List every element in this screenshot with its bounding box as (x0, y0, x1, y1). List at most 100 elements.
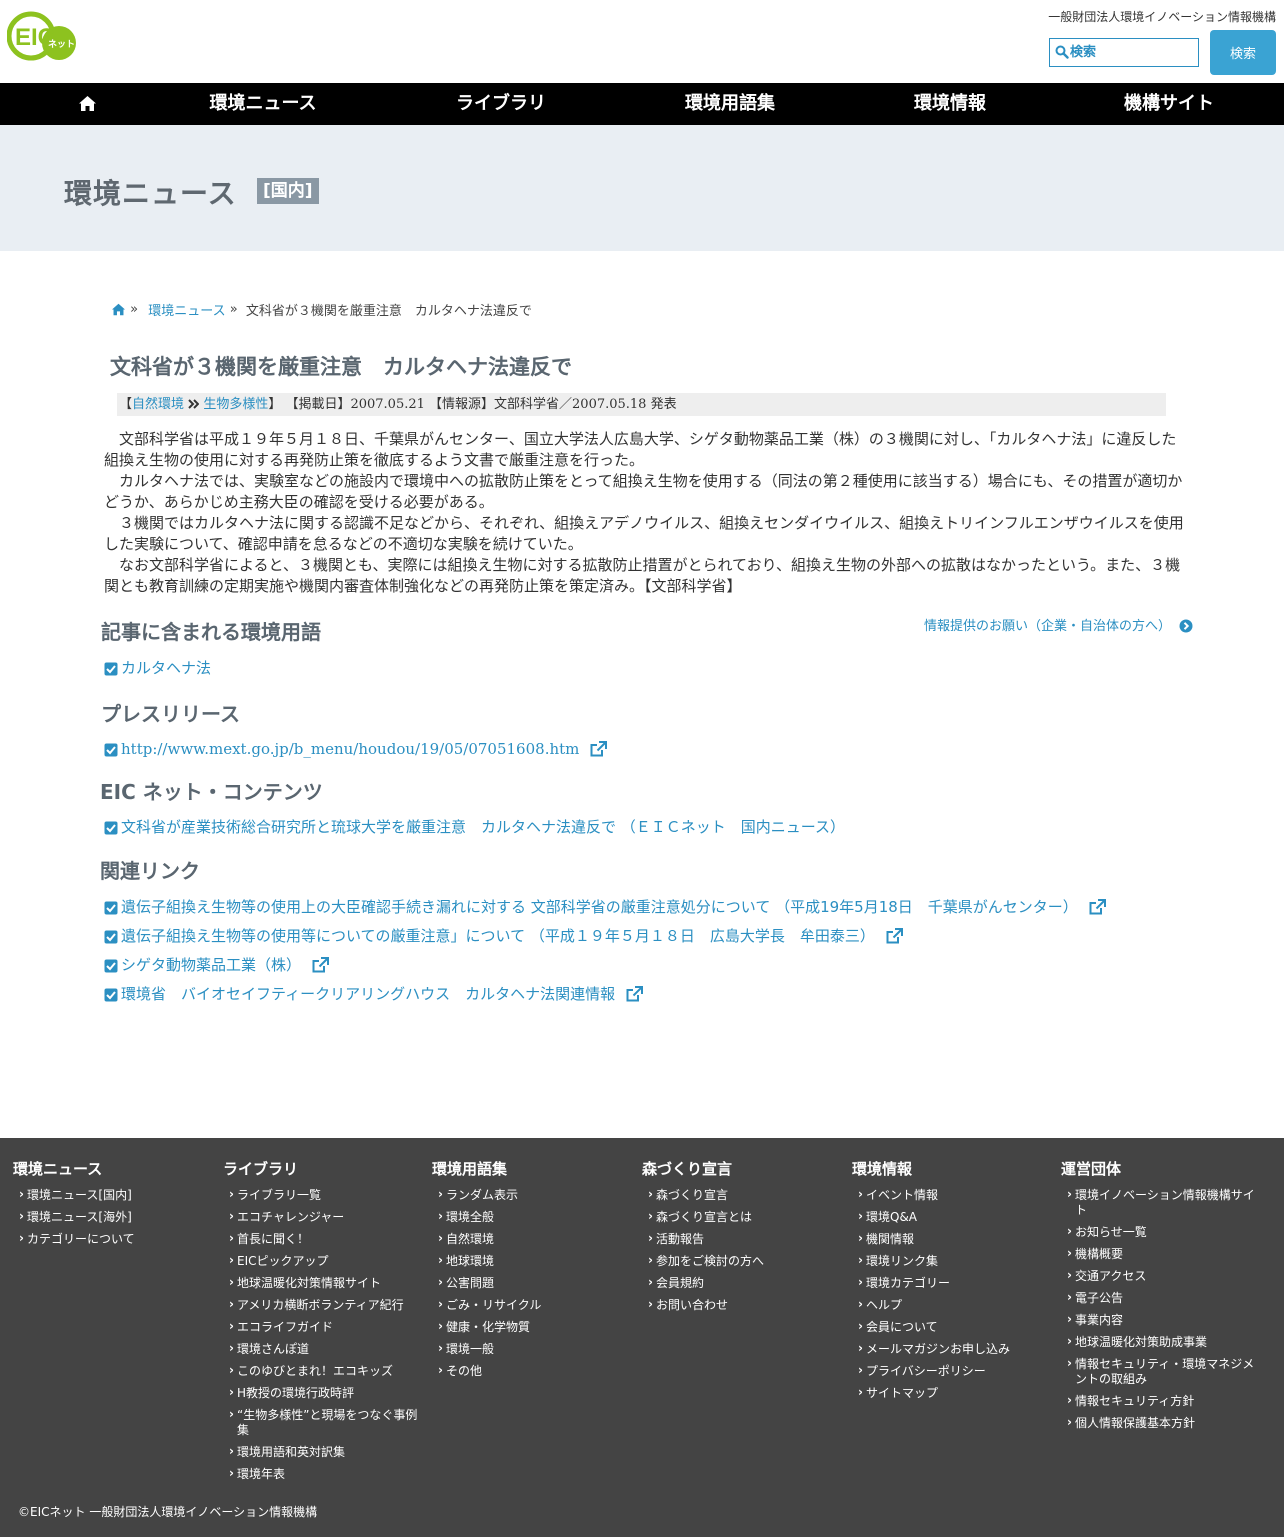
home-icon (79, 96, 96, 111)
footer-link[interactable]: EICピックアップ (223, 1253, 423, 1269)
footer-link[interactable]: 地球環境 (432, 1253, 637, 1269)
checkbox-icon (104, 743, 118, 757)
footer-link[interactable]: 地球温暖化対策情報サイト (223, 1275, 423, 1291)
footer-link[interactable]: 環境イノベーション情報機構サイト (1061, 1187, 1261, 1218)
contents-label: 文科省が産業技術総合研究所と琉球大学を厳重注意 カルタヘナ法違反で （ＥＩＣネッ… (121, 818, 846, 836)
footer-link[interactable]: お知らせ一覧 (1061, 1224, 1261, 1240)
footer-link[interactable]: 森づくり宣言 (642, 1187, 847, 1203)
nav-item-info[interactable]: 環境情報 (914, 83, 986, 125)
footer-link[interactable]: 会員について (852, 1319, 1057, 1335)
footer-link[interactable]: 環境一般 (432, 1341, 637, 1357)
footer-link[interactable]: 環境年表 (223, 1466, 423, 1482)
breadcrumb-home-icon[interactable] (111, 303, 126, 316)
article-body: 文部科学省は平成１９年５月１８日、千葉県がんセンター、国立大学法人広島大学、シゲ… (104, 429, 1184, 597)
footer-link[interactable]: 首長に聞く！ (223, 1231, 423, 1247)
footer-link[interactable]: 環境全般 (432, 1209, 637, 1225)
footer-column-title: 森づくり宣言 (642, 1160, 733, 1178)
footer-column-news: 環境ニュース 環境ニュース[国内] 環境ニュース[海外] カテゴリーについて (13, 1158, 218, 1254)
search-input[interactable] (1070, 42, 1194, 63)
breadcrumb-sep: » (229, 302, 238, 317)
footer-link[interactable]: その他 (432, 1363, 637, 1379)
footer-link[interactable]: エコライフガイド (223, 1319, 423, 1335)
nav-item-news[interactable]: 環境ニュース (209, 83, 316, 125)
main-nav: 環境ニュース ライブラリ 環境用語集 環境情報 機構サイト (0, 83, 1284, 125)
footer-link[interactable]: 環境リンク集 (852, 1253, 1057, 1269)
article-paragraph: カルタヘナ法では、実験室などの施設内で環境中への拡散防止策をとって組換え生物を使… (104, 472, 1183, 511)
term-link[interactable]: カルタヘナ法 (104, 658, 211, 678)
related-link[interactable]: 環境省 バイオセイフティークリアリングハウス カルタヘナ法関連情報 (104, 984, 643, 1004)
footer-link[interactable]: 森づくり宣言とは (642, 1209, 847, 1225)
category-link-nature[interactable]: 自然環境 (132, 397, 184, 412)
footer-column-forest: 森づくり宣言 森づくり宣言 森づくり宣言とは 活動報告 参加をご検討の方へ 会員… (642, 1158, 847, 1320)
breadcrumb-news-link[interactable]: 環境ニュース (148, 304, 225, 319)
footer-link[interactable]: 自然環境 (432, 1231, 637, 1247)
info-request-link[interactable]: 情報提供のお願い（企業・自治体の方へ） (924, 615, 1193, 634)
footer-link[interactable]: 公害問題 (432, 1275, 637, 1291)
article-paragraph: 文部科学省は平成１９年５月１８日、千葉県がんセンター、国立大学法人広島大学、シゲ… (104, 430, 1177, 469)
footer-link[interactable]: 参加をご検討の方へ (642, 1253, 847, 1269)
footer-link[interactable]: 環境さんぽ道 (223, 1341, 423, 1357)
footer-link[interactable]: 事業内容 (1061, 1312, 1261, 1328)
footer-link[interactable]: イベント情報 (852, 1187, 1057, 1203)
checkbox-icon (104, 662, 118, 676)
footer-link[interactable]: 地球温暖化対策助成事業 (1061, 1334, 1261, 1350)
footer-column-title: 環境用語集 (432, 1160, 508, 1178)
meta-info: 】 【掲載日】2007.05.21 【情報源】文部科学省／2007.05.18 … (268, 397, 677, 412)
footer-link[interactable]: 情報セキュリティ方針 (1061, 1393, 1261, 1409)
nav-home[interactable] (78, 95, 97, 116)
footer-link[interactable]: カテゴリーについて (13, 1231, 218, 1247)
meta-open-bracket: 【 (119, 397, 133, 412)
footer-link[interactable]: アメリカ横断ボランティア紀行 (223, 1297, 423, 1313)
footer-link[interactable]: サイトマップ (852, 1385, 1057, 1401)
footer-link[interactable]: H教授の環境行政時評 (223, 1385, 423, 1401)
page-banner: 環境ニュース [国内] (0, 125, 1284, 251)
footer-link[interactable]: 情報セキュリティ・環境マネジメントの取組み (1061, 1356, 1261, 1387)
breadcrumb-current: 文科省が３機関を厳重注意 カルタヘナ法違反で (245, 304, 532, 319)
search-button[interactable]: 検索 (1210, 30, 1276, 75)
footer-link[interactable]: 電子公告 (1061, 1290, 1261, 1306)
press-link[interactable]: http://www.mext.go.jp/b_menu/houdou/19/0… (104, 739, 608, 759)
site-logo[interactable]: EIC ネット (6, 10, 79, 62)
nav-item-glossary[interactable]: 環境用語集 (685, 83, 775, 125)
footer-link[interactable]: 環境Q&A (852, 1209, 1057, 1225)
external-link-icon (1089, 899, 1106, 915)
footer-link[interactable]: メールマガジンお申し込み (852, 1341, 1057, 1357)
contents-link[interactable]: 文科省が産業技術総合研究所と琉球大学を厳重注意 カルタヘナ法違反で （ＥＩＣネッ… (104, 817, 845, 837)
footer-link[interactable]: 健康・化学物質 (432, 1319, 637, 1335)
category-link-biodiversity[interactable]: 生物多様性 (203, 397, 268, 412)
footer-link[interactable]: 個人情報保護基本方針 (1061, 1415, 1261, 1431)
related-link[interactable]: 遺伝子組換え生物等の使用上の大臣確認手続き漏れに対する 文部科学省の厳重注意処分… (104, 897, 1106, 917)
footer-link[interactable]: 環境カテゴリー (852, 1275, 1057, 1291)
footer-link[interactable]: 活動報告 (642, 1231, 847, 1247)
nav-item-library[interactable]: ライブラリ (456, 83, 546, 125)
footer-column-title: 運営団体 (1061, 1160, 1122, 1178)
nav-item-org-site[interactable]: 機構サイト (1124, 83, 1214, 125)
search-box[interactable] (1049, 38, 1199, 67)
footer-link[interactable]: 機関情報 (852, 1231, 1057, 1247)
footer-link[interactable]: エコチャレンジャー (223, 1209, 423, 1225)
footer-link[interactable]: 環境ニュース[国内] (13, 1187, 218, 1203)
footer-link[interactable]: プライバシーポリシー (852, 1363, 1057, 1379)
footer-link[interactable]: ごみ・リサイクル (432, 1297, 637, 1313)
footer-column-title: 環境情報 (852, 1160, 913, 1178)
footer-link[interactable]: ヘルプ (852, 1297, 1057, 1313)
footer-link[interactable]: 会員規約 (642, 1275, 847, 1291)
related-link[interactable]: 遺伝子組換え生物等の使用等についての厳重注意」について （平成１９年５月１８日 … (104, 926, 903, 946)
footer-link[interactable]: お問い合わせ (642, 1297, 847, 1313)
related-label: シゲタ動物薬品工業（株） (121, 956, 302, 974)
footer-link[interactable]: 環境用語和英対訳集 (223, 1444, 423, 1460)
related-link[interactable]: シゲタ動物薬品工業（株） (104, 955, 329, 975)
footer-link[interactable]: このゆびとまれ！エコキッズ (223, 1363, 423, 1379)
article-meta: 【自然環境 生物多様性】 【掲載日】2007.05.21 【情報源】文部科学省／… (117, 393, 1166, 416)
footer-link[interactable]: ライブラリ一覧 (223, 1187, 423, 1203)
footer-link[interactable]: 機構概要 (1061, 1246, 1261, 1262)
term-label: カルタヘナ法 (121, 659, 212, 677)
related-label: 遺伝子組換え生物等の使用上の大臣確認手続き漏れに対する 文部科学省の厳重注意処分… (121, 898, 1078, 916)
footer-link[interactable]: 環境ニュース[海外] (13, 1209, 218, 1225)
logo-sub-text: ネット (48, 39, 75, 50)
footer-column-library: ライブラリ ライブラリ一覧 エコチャレンジャー 首長に聞く！ EICピックアップ… (223, 1158, 423, 1489)
footer-link[interactable]: “生物多様性”と現場をつなぐ事例集 (223, 1407, 423, 1438)
terms-heading: 記事に含まれる環境用語 (101, 620, 321, 644)
footer-link[interactable]: 交通アクセス (1061, 1268, 1261, 1284)
footer-link[interactable]: ランダム表示 (432, 1187, 637, 1203)
